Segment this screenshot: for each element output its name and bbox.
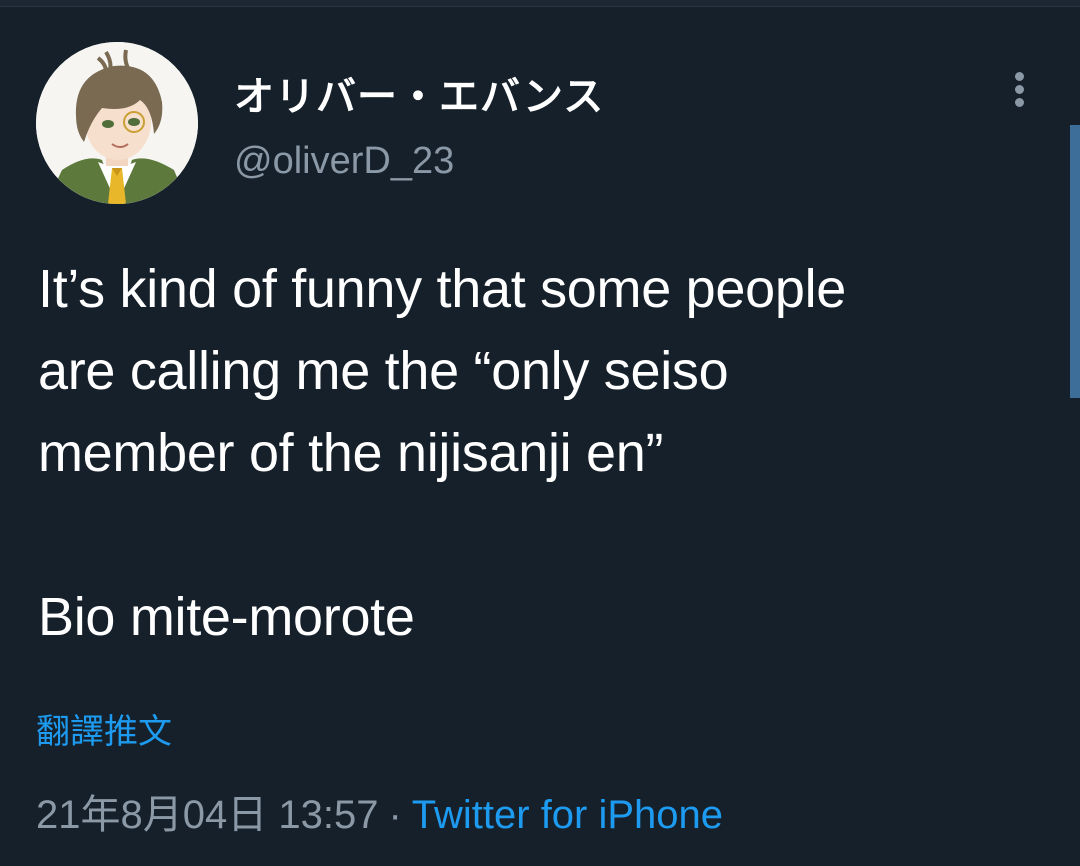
more-dot xyxy=(1015,98,1024,107)
tweet-text: It’s kind of funny that some people are … xyxy=(38,259,847,647)
scrollbar[interactable] xyxy=(1070,125,1080,398)
meta-separator: · xyxy=(388,793,402,837)
tweet-timestamp[interactable]: 21年8月04日 13:57 xyxy=(36,793,378,837)
author-handle[interactable]: @oliverD_23 xyxy=(234,140,454,183)
top-divider xyxy=(0,0,1080,7)
more-dot xyxy=(1015,85,1024,94)
avatar-image xyxy=(36,42,198,204)
tweet-source-link[interactable]: Twitter for iPhone xyxy=(412,793,723,837)
author-display-name[interactable]: オリバー・エバンス xyxy=(234,64,604,122)
more-vertical-icon[interactable] xyxy=(1004,70,1036,110)
more-dot xyxy=(1015,72,1024,81)
tweet-meta: 21年8月04日 13:57 · Twitter for iPhone xyxy=(36,782,723,840)
avatar[interactable] xyxy=(36,42,198,204)
translate-tweet-link[interactable]: 翻譯推文 xyxy=(36,704,172,753)
